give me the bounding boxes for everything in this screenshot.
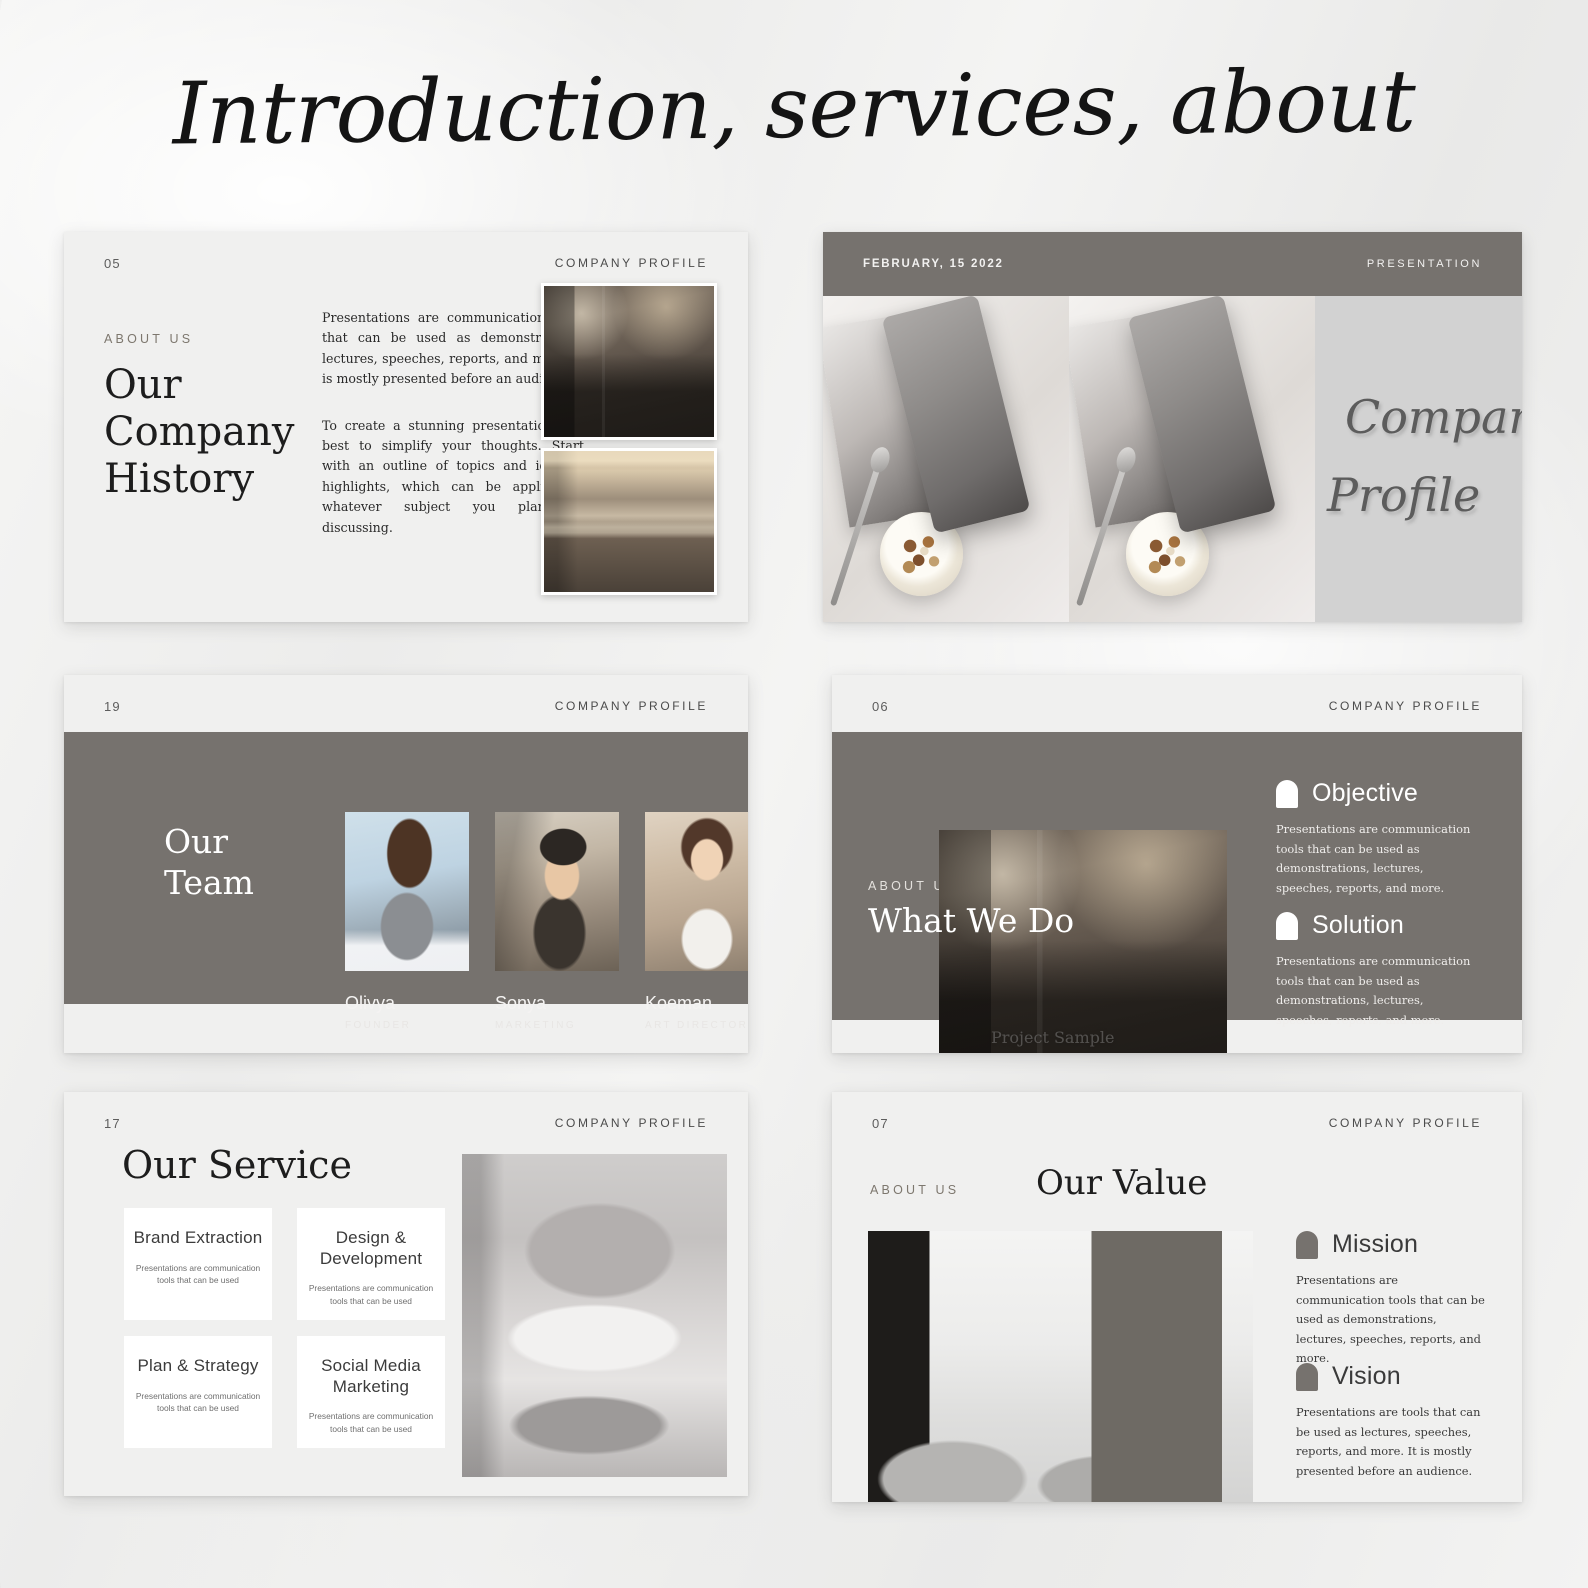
slide-title: Our Value: [1036, 1163, 1208, 1203]
eyebrow-about-us: ABOUT US: [870, 1183, 960, 1197]
feature-body: Presentations are communication tools th…: [1296, 1273, 1485, 1366]
feature-header-objective: Objective: [1276, 779, 1476, 808]
team-member-name: Sonya: [495, 993, 547, 1013]
feature-body: Presentations are communication tools th…: [1276, 954, 1471, 1027]
cover-date: FEBRUARY, 15 2022: [863, 258, 1004, 270]
slide-title: Our Service: [122, 1143, 352, 1187]
slide-what-we-do[interactable]: 06 COMPANY PROFILE ABOUT US What We Do P…: [832, 675, 1522, 1053]
feature-title: Mission: [1332, 1230, 1419, 1258]
service-card-desc: Presentations are communication tools th…: [308, 1283, 434, 1306]
company-profile-kicker: COMPANY PROFILE: [1328, 1116, 1482, 1130]
team-member-card[interactable]: Sonya MARKETING: [495, 812, 619, 1031]
cover-topbar: FEBRUARY, 15 2022 PRESENTATION: [823, 232, 1522, 296]
service-card-desc: Presentations are communication tools th…: [308, 1411, 434, 1434]
slide-title: What We Do: [868, 901, 1075, 940]
image-gray-tufted-bed: [462, 1154, 727, 1477]
arch-icon: [1276, 911, 1298, 940]
slide-our-value[interactable]: 07 COMPANY PROFILE ABOUT US Our Value Mi…: [832, 1092, 1522, 1502]
service-card-desc: Presentations are communication tools th…: [135, 1262, 261, 1285]
slide-topbar: 19 COMPANY PROFILE: [64, 675, 748, 737]
company-profile-kicker: COMPANY PROFILE: [554, 1116, 708, 1130]
team-title-line-2: Team: [164, 863, 254, 902]
cover-script-line-2: Profile: [1327, 468, 1481, 522]
slide-topbar: 07 COMPANY PROFILE: [832, 1092, 1522, 1154]
eyebrow-about-us: ABOUT US: [104, 332, 194, 346]
page-number: 06: [872, 698, 889, 714]
image-dark-bedroom: [541, 283, 717, 440]
page-number: 19: [104, 698, 121, 714]
team-member-card[interactable]: Koeman ART DIRECTOR: [645, 812, 748, 1031]
team-member-card[interactable]: Olivya FOUNDER: [345, 812, 469, 1031]
page-number: 17: [104, 1115, 121, 1131]
page-number: 05: [104, 255, 121, 271]
service-card[interactable]: Design & Development Presentations are c…: [297, 1208, 445, 1320]
service-card-title: Design & Development: [319, 1228, 423, 1268]
company-profile-kicker: COMPANY PROFILE: [1328, 699, 1482, 713]
team-member-role: FOUNDER: [345, 1020, 412, 1031]
cover-script-line-1: Company: [1345, 390, 1522, 444]
service-card[interactable]: Social Media Marketing Presentations are…: [297, 1336, 445, 1448]
image-project-sample: Project Sample: [939, 830, 1227, 1053]
slide-cover[interactable]: FEBRUARY, 15 2022 PRESENTATION Company P…: [823, 232, 1522, 622]
team-title-line-1: Our: [164, 822, 229, 861]
image-lit-bathroom: [541, 448, 717, 595]
team-member-name: Olivya: [345, 993, 396, 1013]
feature-body: Presentations are communication tools th…: [1276, 822, 1471, 895]
company-profile-kicker: COMPANY PROFILE: [554, 256, 708, 270]
page-title: Introduction, services, about: [172, 51, 1416, 165]
cover-presentation-kicker: PRESENTATION: [1366, 258, 1482, 270]
image-modern-living-room: [868, 1231, 1253, 1502]
feature-title: Vision: [1332, 1362, 1401, 1390]
team-portrait-sonya: [495, 812, 619, 971]
image-flatlay-left: [823, 296, 1069, 622]
service-card-title: Social Media Marketing: [321, 1356, 421, 1396]
slide-topbar: 06 COMPANY PROFILE: [832, 675, 1522, 737]
slide-our-service[interactable]: 17 COMPANY PROFILE Our Service Brand Ext…: [64, 1092, 748, 1496]
image-caption: Project Sample: [991, 1028, 1115, 1047]
slide-company-history[interactable]: 05 COMPANY PROFILE ABOUT US Our Company …: [64, 232, 748, 622]
feature-body: Presentations are tools that can be used…: [1296, 1405, 1481, 1478]
image-flatlay-right: [1069, 296, 1315, 622]
feature-title: Solution: [1312, 911, 1404, 939]
team-member-role: ART DIRECTOR: [645, 1020, 748, 1031]
slide-title: Our Company History: [104, 362, 295, 503]
slide-our-team[interactable]: 19 COMPANY PROFILE Our Team Olivya FOUND…: [64, 675, 748, 1053]
service-card[interactable]: Brand Extraction Presentations are commu…: [124, 1208, 272, 1320]
team-member-role: MARKETING: [495, 1020, 577, 1031]
service-card-title: Brand Extraction: [133, 1228, 263, 1247]
team-portrait-koeman: [645, 812, 748, 971]
feature-header-mission: Mission: [1296, 1230, 1490, 1259]
feature-header-solution: Solution: [1276, 911, 1476, 940]
feature-title: Objective: [1312, 779, 1419, 807]
team-portrait-olivya: [345, 812, 469, 971]
company-profile-kicker: COMPANY PROFILE: [554, 699, 708, 713]
team-member-name: Koeman: [645, 993, 713, 1013]
arch-icon: [1276, 779, 1298, 808]
service-card-title: Plan & Strategy: [137, 1356, 259, 1375]
arch-icon: [1296, 1230, 1318, 1259]
feature-header-vision: Vision: [1296, 1362, 1490, 1391]
service-card-desc: Presentations are communication tools th…: [135, 1390, 261, 1413]
page-number: 07: [872, 1115, 889, 1131]
arch-icon: [1296, 1362, 1318, 1391]
service-card[interactable]: Plan & Strategy Presentations are commun…: [124, 1336, 272, 1448]
